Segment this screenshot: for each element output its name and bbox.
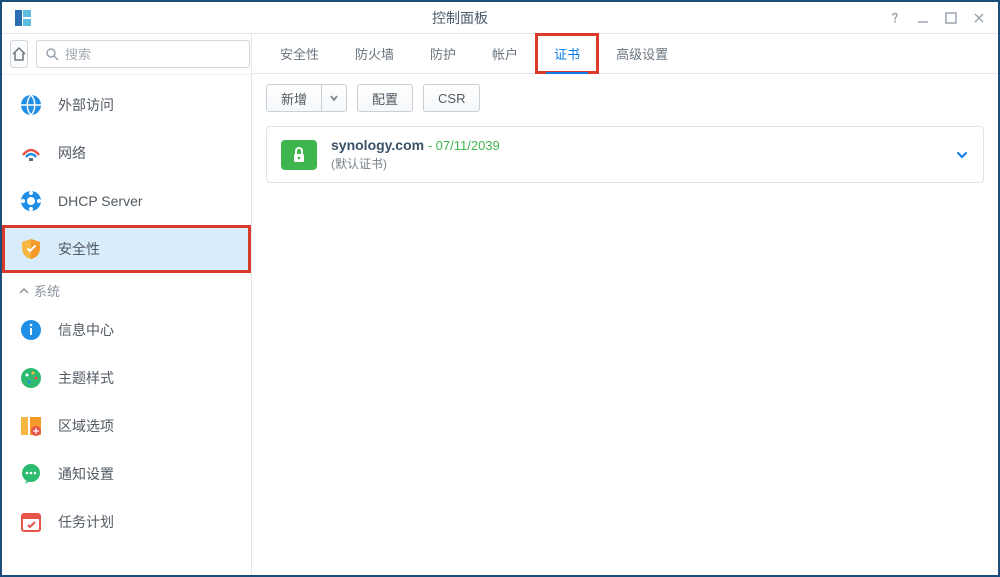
window-title: 控制面板 (32, 8, 888, 28)
sidebar-item-theme[interactable]: 主题样式 (2, 354, 251, 402)
sidebar-item-label: 网络 (58, 143, 86, 163)
sidebar-item-label: 安全性 (58, 239, 100, 259)
sidebar-list: 外部访问 网络 DHCP Server (2, 75, 251, 575)
sidebar-item-label: 外部访问 (58, 95, 114, 115)
sidebar-item-label: 通知设置 (58, 464, 114, 484)
info-icon (18, 317, 44, 343)
region-icon (18, 413, 44, 439)
tab-account[interactable]: 帐户 (474, 34, 536, 73)
sidebar-item-info-center[interactable]: 信息中心 (2, 306, 251, 354)
tab-protection[interactable]: 防护 (412, 34, 474, 73)
sidebar-item-dhcp[interactable]: DHCP Server (2, 177, 251, 225)
tab-certificate[interactable]: 证书 (536, 34, 598, 73)
chevron-down-icon (330, 94, 338, 102)
sidebar-item-region[interactable]: 区域选项 (2, 402, 251, 450)
body: 外部访问 网络 DHCP Server (2, 34, 998, 575)
sidebar-top (2, 34, 251, 75)
close-button[interactable] (972, 11, 986, 25)
new-dropdown-button[interactable] (321, 84, 347, 112)
chevron-down-icon (955, 148, 969, 162)
sidebar-item-security[interactable]: 安全性 (2, 225, 251, 273)
sidebar-item-label: DHCP Server (58, 193, 143, 209)
sidebar-item-label: 任务计划 (58, 512, 114, 532)
toolbar: 新增 配置 CSR (252, 74, 998, 122)
network-icon (18, 140, 44, 166)
titlebar: 控制面板 (2, 2, 998, 34)
chat-icon (18, 461, 44, 487)
sidebar-group-label: 系统 (34, 281, 60, 300)
maximize-button[interactable] (944, 11, 958, 25)
sidebar-item-task-scheduler[interactable]: 任务计划 (2, 498, 251, 546)
minimize-button[interactable] (916, 11, 930, 25)
chevron-up-icon (18, 285, 34, 297)
help-icon[interactable] (888, 11, 902, 25)
palette-icon (18, 365, 44, 391)
control-panel-window: 控制面板 (0, 0, 1000, 577)
new-button-group: 新增 (266, 84, 347, 112)
titlebar-controls (888, 11, 986, 25)
dhcp-icon (18, 188, 44, 214)
config-button[interactable]: 配置 (357, 84, 413, 112)
certificate-expiry: - 07/11/2039 (428, 138, 500, 153)
search-box[interactable] (36, 40, 250, 68)
tab-advanced[interactable]: 高级设置 (598, 34, 686, 73)
lock-icon (281, 140, 317, 170)
calendar-icon (18, 509, 44, 535)
tab-security[interactable]: 安全性 (262, 34, 337, 73)
search-icon (45, 47, 59, 61)
sidebar-item-network[interactable]: 网络 (2, 129, 251, 177)
home-icon (11, 46, 27, 62)
certificate-default-label: (默认证书) (331, 155, 947, 172)
tabs: 安全性 防火墙 防护 帐户 证书 高级设置 (252, 34, 998, 74)
certificate-card[interactable]: synology.com - 07/11/2039 (默认证书) (266, 126, 984, 183)
main: 安全性 防火墙 防护 帐户 证书 高级设置 新增 配置 CSR (252, 34, 998, 575)
sidebar-item-label: 主题样式 (58, 368, 114, 388)
certificate-domain: synology.com (331, 137, 424, 153)
sidebar-item-external-access[interactable]: 外部访问 (2, 81, 251, 129)
search-input[interactable] (65, 47, 241, 62)
sidebar-group-system[interactable]: 系统 (2, 273, 251, 306)
sidebar: 外部访问 网络 DHCP Server (2, 34, 252, 575)
app-icon (14, 9, 32, 27)
certificate-texts: synology.com - 07/11/2039 (默认证书) (331, 137, 947, 172)
new-button[interactable]: 新增 (266, 84, 321, 112)
shield-icon (18, 236, 44, 262)
home-button[interactable] (10, 40, 28, 68)
globe-icon (18, 92, 44, 118)
sidebar-item-notification[interactable]: 通知设置 (2, 450, 251, 498)
sidebar-item-label: 信息中心 (58, 320, 114, 340)
sidebar-item-label: 区域选项 (58, 416, 114, 436)
csr-button[interactable]: CSR (423, 84, 480, 112)
tab-firewall[interactable]: 防火墙 (337, 34, 412, 73)
